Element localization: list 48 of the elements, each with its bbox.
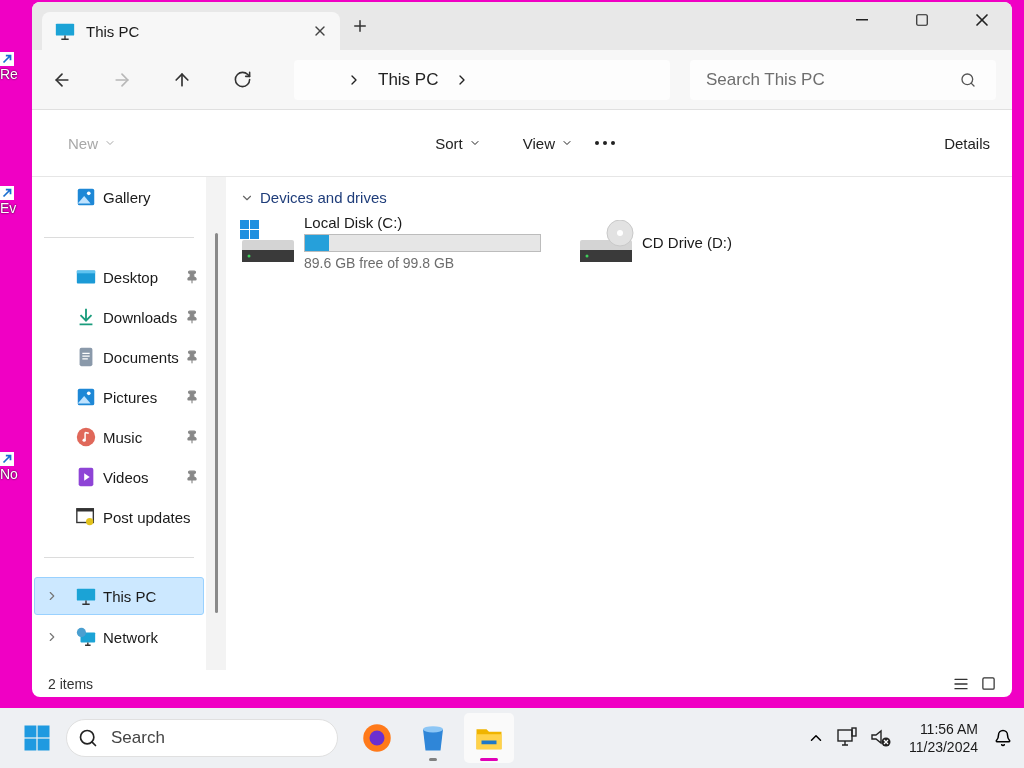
window-tab[interactable]: This PC (42, 12, 340, 50)
maximize-icon (915, 13, 929, 27)
windows-start-icon (22, 723, 52, 753)
sidebar-item[interactable]: Videos (34, 457, 204, 497)
shortcut-icon (0, 186, 14, 200)
gallery-icon (75, 186, 97, 208)
drive-name[interactable]: Local Disk (C:) (304, 214, 558, 231)
details-button[interactable]: Details (944, 128, 990, 158)
clock[interactable]: 11:56 AM 11/23/2024 (908, 720, 978, 756)
free-space-text: 89.6 GB free of 99.8 GB (304, 255, 456, 271)
scrollbar[interactable] (206, 177, 226, 670)
taskbar-search-field[interactable]: Search (66, 719, 338, 757)
sidebar-item[interactable]: Pictures (34, 377, 204, 417)
plus-icon (351, 17, 369, 35)
sidebar-item[interactable]: Post updates (34, 497, 204, 537)
address-bar[interactable]: This PC (294, 59, 670, 100)
search-icon (78, 728, 98, 748)
notification-bell-icon[interactable] (994, 729, 1012, 747)
shortcut-icon (0, 52, 14, 66)
search-field[interactable]: Search This PC (690, 59, 996, 100)
tiles-view-icon (981, 676, 996, 691)
section-header[interactable]: Devices and drives (240, 189, 998, 206)
sidebar-item[interactable]: Gallery (34, 177, 204, 217)
tab-title: This PC (86, 22, 141, 40)
sidebar-item[interactable]: This PC (34, 577, 204, 615)
menu-button[interactable]: Sort (435, 128, 481, 158)
search-icon[interactable] (960, 71, 976, 88)
picture-icon (75, 386, 97, 408)
shortcut-label[interactable]: Ev (0, 200, 17, 216)
refresh-icon (232, 70, 252, 89)
sidebar-item[interactable]: Downloads (34, 297, 204, 337)
sidebar-item[interactable]: Desktop (34, 257, 204, 297)
item-count: 2 items (48, 675, 95, 692)
music-icon (75, 426, 97, 448)
drive-name[interactable]: CD Drive (D:) (642, 234, 896, 251)
sidebar-item[interactable]: Network (34, 617, 204, 657)
menu-button[interactable]: View (522, 128, 573, 158)
sidebar-item[interactable]: Documents (34, 337, 204, 377)
taskbar-app-button[interactable] (464, 713, 514, 763)
breadcrumb[interactable]: This PC (378, 69, 439, 90)
shortcut-icon (0, 452, 14, 466)
minimize-icon (856, 19, 868, 21)
firefox-icon (362, 723, 392, 753)
shortcut-label[interactable]: No (0, 466, 18, 482)
window-gear-icon (75, 506, 97, 528)
network-icon (75, 626, 97, 648)
sidebar-item[interactable]: Music (34, 417, 204, 457)
shortcut-label[interactable]: Re (0, 66, 18, 82)
